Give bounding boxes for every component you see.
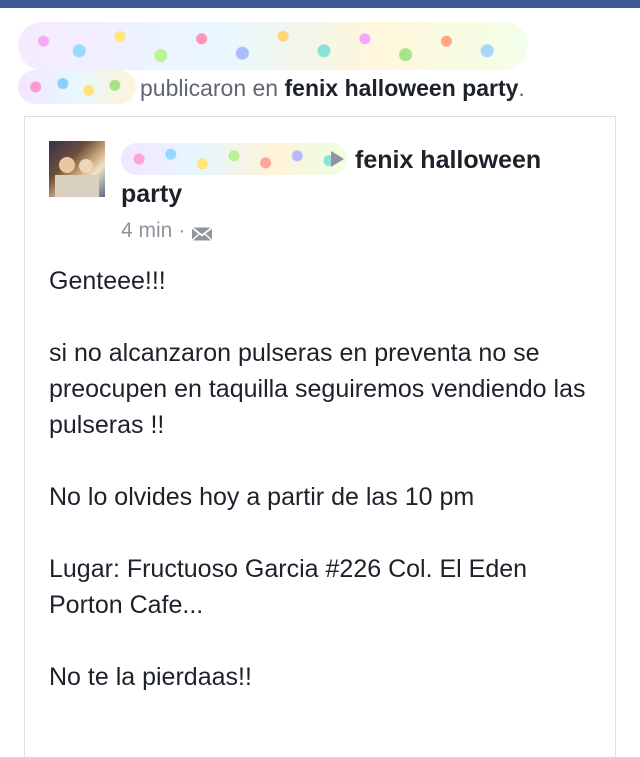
post-paragraph-closing: No te la pierdaas!!	[49, 663, 252, 691]
story-action-text: publicaron en	[140, 75, 285, 101]
post-paragraph-time: No lo olvides hoy a partir de las 10 pm	[49, 483, 475, 511]
post-timestamp[interactable]: 4 min	[121, 218, 172, 244]
author-avatar[interactable]	[49, 141, 105, 197]
app-top-bar	[0, 0, 640, 8]
redacted-author-names	[18, 22, 528, 70]
post-paragraph-greeting: Genteee!!!	[49, 267, 166, 295]
story-group-link[interactable]: fenix halloween party	[285, 75, 519, 101]
post-body: Genteee!!! si no alcanzaron pulseras en …	[49, 263, 599, 731]
story-header-text: publicaron en fenix halloween party.	[140, 74, 525, 102]
redacted-post-author[interactable]	[121, 143, 347, 175]
story-header: publicaron en fenix halloween party.	[0, 8, 640, 108]
redacted-author-names-continued	[18, 70, 136, 104]
story-period: .	[518, 75, 525, 101]
post-card: fenix halloween party 4 min · Genteee!!!…	[24, 116, 616, 757]
post-paragraph-bracelets: si no alcanzaron pulseras en preventa no…	[49, 339, 586, 439]
post-meta: 4 min ·	[121, 218, 213, 244]
arrow-right-icon	[331, 151, 344, 167]
envelope-icon	[191, 223, 213, 242]
meta-separator: ·	[178, 219, 186, 242]
post-paragraph-location: Lugar: Fructuoso Garcia #226 Col. El Ede…	[49, 555, 528, 619]
